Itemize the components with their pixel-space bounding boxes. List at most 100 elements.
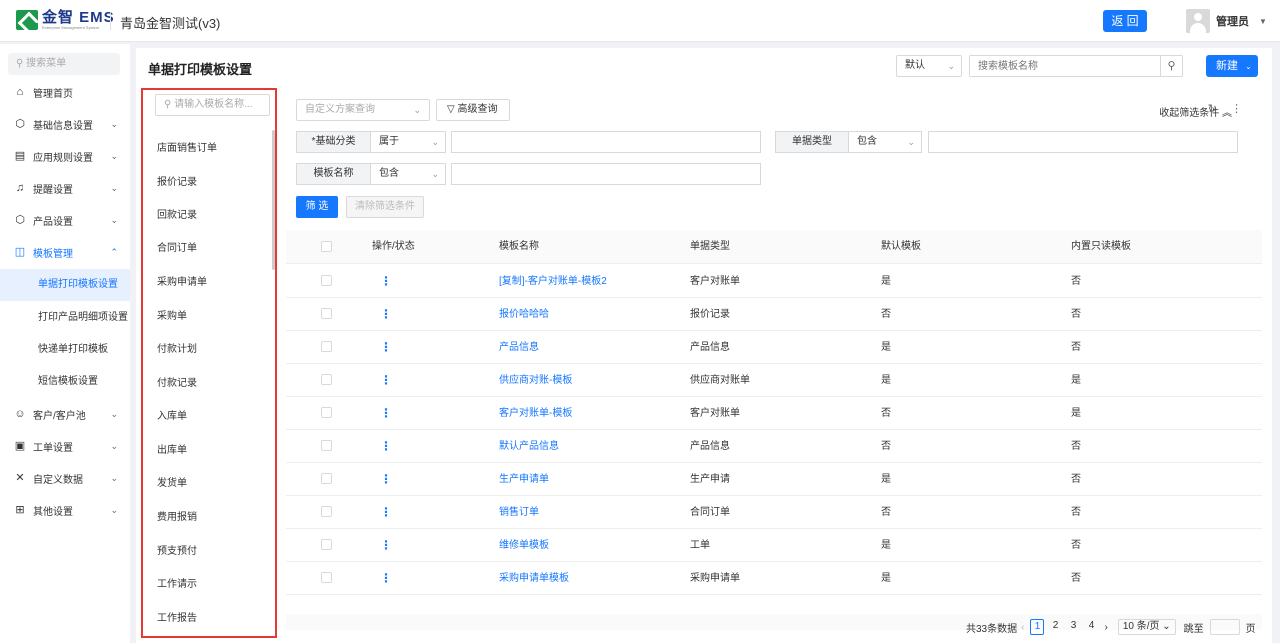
list-item[interactable]: 发货单 (157, 474, 187, 489)
more-vertical-icon[interactable]: ⋮ (1231, 102, 1242, 115)
template-name-link[interactable]: 供应商对账-模板 (499, 364, 572, 397)
template-search[interactable]: ⚲ (969, 55, 1183, 77)
sidebar-item-template[interactable]: ◫ 模板管理 ⌃ (0, 236, 130, 268)
sidebar-subitem-sms[interactable]: 短信模板设置 (0, 366, 130, 398)
name-filter-input[interactable] (451, 163, 761, 185)
row-checkbox[interactable] (321, 341, 332, 352)
chevron-down-icon: ⌄ (110, 150, 118, 161)
refresh-icon[interactable]: ↻ (1208, 102, 1217, 115)
readonly-cell: 否 (1071, 573, 1081, 584)
row-checkbox[interactable] (321, 407, 332, 418)
more-vertical-icon[interactable]: ⋮ (380, 364, 392, 397)
sidebar-subitem-product-detail[interactable]: 打印产品明细项设置 (0, 302, 130, 334)
list-item[interactable]: 费用报销 (157, 508, 197, 523)
template-name-link[interactable]: 报价哈哈哈 (499, 298, 549, 331)
template-search-input[interactable] (970, 56, 1160, 76)
sidebar-item-custom-data[interactable]: ✕ 自定义数据 ⌄ (0, 462, 130, 494)
caret-down-icon[interactable]: ▼ (1259, 17, 1267, 26)
sidebar-item-basic-info[interactable]: ⬡ 基础信息设置 ⌄ (0, 108, 130, 140)
list-item[interactable]: 工作请示 (157, 575, 197, 590)
row-checkbox[interactable] (321, 473, 332, 484)
category-filter-input[interactable] (451, 131, 761, 153)
user-name[interactable]: 管理员 (1216, 13, 1249, 29)
list-item[interactable]: 入库单 (157, 407, 187, 422)
row-checkbox[interactable] (321, 440, 332, 451)
ticket-icon: ▣ (14, 440, 26, 452)
sidebar-subitem-print-template[interactable]: 单据打印模板设置 (0, 269, 130, 301)
template-name-link[interactable]: [复制]-客户对账单-模板2 (499, 265, 607, 298)
template-name-link[interactable]: 产品信息 (499, 331, 539, 364)
page-size-select[interactable]: 10 条/页 ⌄ (1117, 619, 1176, 635)
scrollbar[interactable] (272, 130, 275, 270)
more-vertical-icon[interactable]: ⋮ (380, 562, 392, 595)
template-name-link[interactable]: 采购申请单模板 (499, 562, 569, 595)
sidebar-item-product[interactable]: ⬡ 产品设置 ⌄ (0, 204, 130, 236)
more-vertical-icon[interactable]: ⋮ (380, 430, 392, 463)
doctype-operator-select[interactable]: 包含 ⌄ (848, 131, 922, 153)
category-search-input[interactable]: ⚲ 请输入模板名称... (155, 94, 270, 116)
list-item[interactable]: 店面销售订单 (157, 139, 217, 154)
new-button[interactable]: 新建 ⌄ (1206, 55, 1258, 77)
user-menu[interactable]: 管理员 ▼ (1186, 9, 1267, 33)
sidebar-item-ticket[interactable]: ▣ 工单设置 ⌄ (0, 430, 130, 462)
list-item[interactable]: 合同订单 (157, 239, 197, 254)
list-item[interactable]: 采购单 (157, 307, 187, 322)
readonly-cell: 否 (1071, 342, 1081, 353)
sidebar-item-app-rules[interactable]: ▤ 应用规则设置 ⌄ (0, 140, 130, 172)
list-item[interactable]: 预支预付 (157, 542, 197, 557)
template-name-link[interactable]: 默认产品信息 (499, 430, 559, 463)
name-operator-select[interactable]: 包含 ⌄ (370, 163, 446, 185)
more-vertical-icon[interactable]: ⋮ (380, 496, 392, 529)
more-vertical-icon[interactable]: ⋮ (380, 265, 392, 298)
view-select[interactable]: 默认 ⌄ (896, 55, 962, 77)
more-vertical-icon[interactable]: ⋮ (380, 529, 392, 562)
custom-scheme-select[interactable]: 自定义方案查询 ⌄ (296, 99, 430, 121)
list-item[interactable]: 出库单 (157, 441, 187, 456)
page-3[interactable]: 3 (1066, 619, 1080, 635)
jump-page-input[interactable] (1209, 619, 1240, 635)
list-item[interactable]: 付款记录 (157, 374, 197, 389)
row-checkbox[interactable] (321, 374, 332, 385)
avatar[interactable] (1186, 9, 1210, 33)
back-button[interactable]: 返 回 (1103, 10, 1147, 32)
collapse-filters-link[interactable]: 收起筛选条件 ︽ (1159, 104, 1232, 119)
select-all-checkbox[interactable] (321, 241, 332, 252)
list-item[interactable]: 采购申请单 (157, 273, 207, 288)
doctype-filter-input[interactable] (928, 131, 1238, 153)
sidebar-item-home[interactable]: ⌂ 管理首页 (0, 76, 130, 108)
sidebar-item-customers[interactable]: ☺ 客户/客户池 ⌄ (0, 398, 130, 430)
clear-filters-button[interactable]: 清除筛选条件 (346, 196, 424, 218)
more-vertical-icon[interactable]: ⋮ (380, 463, 392, 496)
row-checkbox[interactable] (321, 539, 332, 550)
list-item[interactable]: 付款计划 (157, 340, 197, 355)
chevron-down-icon: ⌄ (413, 105, 421, 115)
row-checkbox[interactable] (321, 308, 332, 319)
more-vertical-icon[interactable]: ⋮ (380, 298, 392, 331)
more-vertical-icon[interactable]: ⋮ (380, 331, 392, 364)
row-checkbox[interactable] (321, 572, 332, 583)
list-item[interactable]: 工作报告 (157, 609, 197, 624)
template-name-link[interactable]: 维修单模板 (499, 529, 549, 562)
sidebar-item-other[interactable]: ⊞ 其他设置 ⌄ (0, 494, 130, 526)
template-name-link[interactable]: 生产申请单 (499, 463, 549, 496)
search-icon[interactable]: ⚲ (1160, 56, 1182, 76)
template-name-link[interactable]: 销售订单 (499, 496, 539, 529)
sidebar-item-reminder[interactable]: ♫ 提醒设置 ⌄ (0, 172, 130, 204)
page-1[interactable]: 1 (1030, 619, 1045, 635)
row-checkbox[interactable] (321, 506, 332, 517)
advanced-search-button[interactable]: ▽ 高级查询 (436, 99, 510, 121)
category-operator-select[interactable]: 属于 ⌄ (370, 131, 446, 153)
row-checkbox[interactable] (321, 275, 332, 286)
filter-button[interactable]: 筛 选 (296, 196, 338, 218)
more-vertical-icon[interactable]: ⋮ (380, 397, 392, 430)
list-item[interactable]: 报价记录 (157, 173, 197, 188)
menu-search-input[interactable]: ⚲ 搜索菜单 (8, 53, 120, 75)
next-page-icon[interactable]: › (1104, 622, 1107, 633)
page-4[interactable]: 4 (1084, 619, 1098, 635)
list-item[interactable]: 回款记录 (157, 206, 197, 221)
sidebar-subitem-express[interactable]: 快递单打印模板 (0, 334, 130, 366)
template-name-link[interactable]: 客户对账单-模板 (499, 397, 572, 430)
chevron-up-icon: ⌃ (110, 246, 118, 257)
page-2[interactable]: 2 (1048, 619, 1062, 635)
prev-page-icon[interactable]: ‹ (1021, 622, 1024, 633)
